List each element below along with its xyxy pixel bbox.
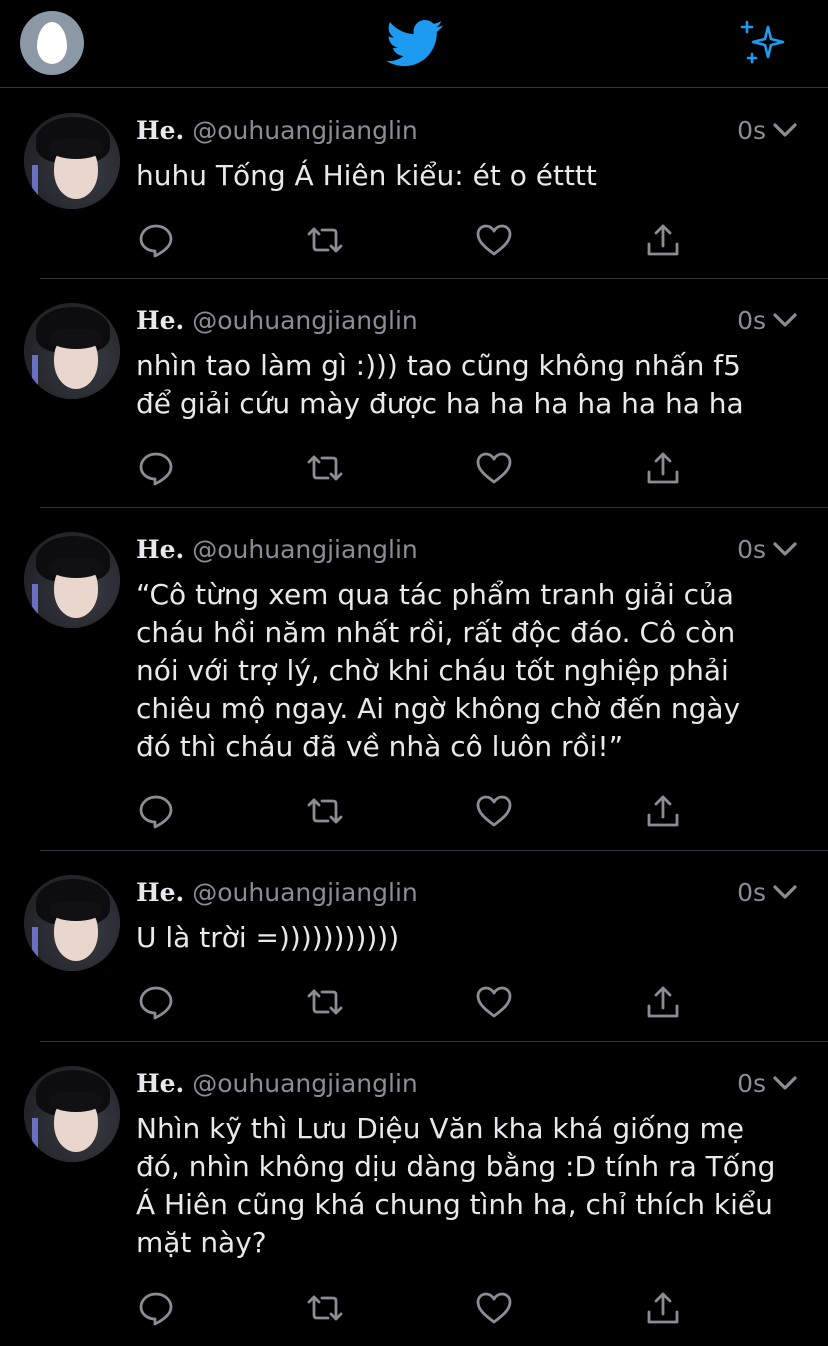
username[interactable]: @ouhuangjianglin	[192, 1069, 418, 1098]
timeline: He. @ouhuangjianglin 0s huhu Tống Á Hiên …	[0, 89, 828, 1346]
display-name[interactable]: He.	[136, 535, 184, 564]
chevron-down-icon[interactable]	[772, 540, 798, 558]
tweet[interactable]: He. @ouhuangjianglin 0s Nhìn kỹ thì Lưu D…	[0, 1042, 828, 1346]
reply-button[interactable]	[136, 1288, 176, 1328]
tweet-text: nhìn tao làm gì :))) tao cũng không nhấn…	[136, 349, 744, 420]
sparkle-icon[interactable]	[738, 18, 788, 68]
timestamp: 0s	[737, 116, 766, 145]
chevron-down-icon[interactable]	[772, 883, 798, 901]
share-icon	[647, 224, 679, 256]
reply-icon	[139, 986, 173, 1020]
tweet-text: Nhìn kỹ thì Lưu Diệu Văn kha khá giống m…	[136, 1112, 776, 1259]
like-button[interactable]	[474, 791, 514, 831]
retweet-icon	[307, 455, 343, 481]
reply-icon	[139, 1292, 173, 1326]
reply-button[interactable]	[136, 791, 176, 831]
avatar[interactable]	[24, 875, 120, 971]
display-name[interactable]: He.	[136, 878, 184, 907]
reply-button[interactable]	[136, 220, 176, 260]
avatar[interactable]	[24, 532, 120, 628]
tweet[interactable]: He. @ouhuangjianglin 0s “Cô từng xem qua …	[0, 508, 828, 851]
retweet-button[interactable]	[305, 448, 345, 488]
top-bar	[0, 0, 828, 88]
profile-avatar[interactable]	[20, 11, 84, 75]
chevron-down-icon[interactable]	[772, 121, 798, 139]
display-name[interactable]: He.	[136, 1069, 184, 1098]
like-icon	[476, 795, 512, 827]
tweet[interactable]: He. @ouhuangjianglin 0s nhìn tao làm gì :…	[0, 279, 828, 508]
username[interactable]: @ouhuangjianglin	[192, 535, 418, 564]
avatar[interactable]	[24, 113, 120, 209]
retweet-icon	[307, 227, 343, 253]
avatar[interactable]	[24, 1066, 120, 1162]
tweet-text: U là trời =)))))))))))	[136, 921, 400, 954]
avatar[interactable]	[24, 303, 120, 399]
share-icon	[647, 795, 679, 827]
tweet-actions	[0, 982, 828, 1022]
tweet-text: “Cô từng xem qua tác phẩm tranh giải của…	[136, 578, 741, 763]
tweet-header: He. @ouhuangjianglin	[136, 115, 418, 147]
display-name[interactable]: He.	[136, 116, 184, 145]
share-button[interactable]	[643, 1288, 683, 1328]
retweet-icon	[307, 798, 343, 824]
retweet-button[interactable]	[305, 1288, 345, 1328]
tweet-actions	[0, 448, 828, 488]
username[interactable]: @ouhuangjianglin	[192, 116, 418, 145]
tweet[interactable]: He. @ouhuangjianglin 0s U là trời =))))))…	[0, 851, 828, 1042]
reply-button[interactable]	[136, 982, 176, 1022]
share-icon	[647, 1292, 679, 1324]
share-button[interactable]	[643, 791, 683, 831]
timestamp: 0s	[737, 306, 766, 335]
retweet-button[interactable]	[305, 791, 345, 831]
chevron-down-icon[interactable]	[772, 1074, 798, 1092]
chevron-down-icon[interactable]	[772, 311, 798, 329]
share-button[interactable]	[643, 220, 683, 260]
share-icon	[647, 986, 679, 1018]
egg-icon	[37, 22, 67, 64]
like-button[interactable]	[474, 220, 514, 260]
tweet-actions	[0, 791, 828, 831]
like-icon	[476, 224, 512, 256]
tweet-header: He. @ouhuangjianglin	[136, 877, 418, 909]
tweet-actions	[0, 220, 828, 260]
username[interactable]: @ouhuangjianglin	[192, 306, 418, 335]
reply-icon	[139, 795, 173, 829]
retweet-button[interactable]	[305, 982, 345, 1022]
like-button[interactable]	[474, 448, 514, 488]
like-icon	[476, 1292, 512, 1324]
retweet-icon	[307, 1295, 343, 1321]
tweet-text: huhu Tống Á Hiên kiểu: ét o étttt	[136, 159, 597, 192]
timestamp: 0s	[737, 878, 766, 907]
share-button[interactable]	[643, 448, 683, 488]
reply-icon	[139, 224, 173, 258]
tweet-header: He. @ouhuangjianglin	[136, 1068, 418, 1100]
like-button[interactable]	[474, 1288, 514, 1328]
display-name[interactable]: He.	[136, 306, 184, 335]
retweet-icon	[307, 989, 343, 1015]
share-button[interactable]	[643, 982, 683, 1022]
tweet[interactable]: He. @ouhuangjianglin 0s huhu Tống Á Hiên …	[0, 89, 828, 279]
reply-button[interactable]	[136, 448, 176, 488]
share-icon	[647, 452, 679, 484]
username[interactable]: @ouhuangjianglin	[192, 878, 418, 907]
timestamp: 0s	[737, 535, 766, 564]
like-icon	[476, 986, 512, 1018]
retweet-button[interactable]	[305, 220, 345, 260]
reply-icon	[139, 452, 173, 486]
tweet-header: He. @ouhuangjianglin	[136, 305, 418, 337]
tweet-actions	[0, 1288, 828, 1328]
timestamp: 0s	[737, 1069, 766, 1098]
tweet-header: He. @ouhuangjianglin	[136, 534, 418, 566]
twitter-bird-icon[interactable]	[386, 20, 444, 68]
like-button[interactable]	[474, 982, 514, 1022]
like-icon	[476, 452, 512, 484]
